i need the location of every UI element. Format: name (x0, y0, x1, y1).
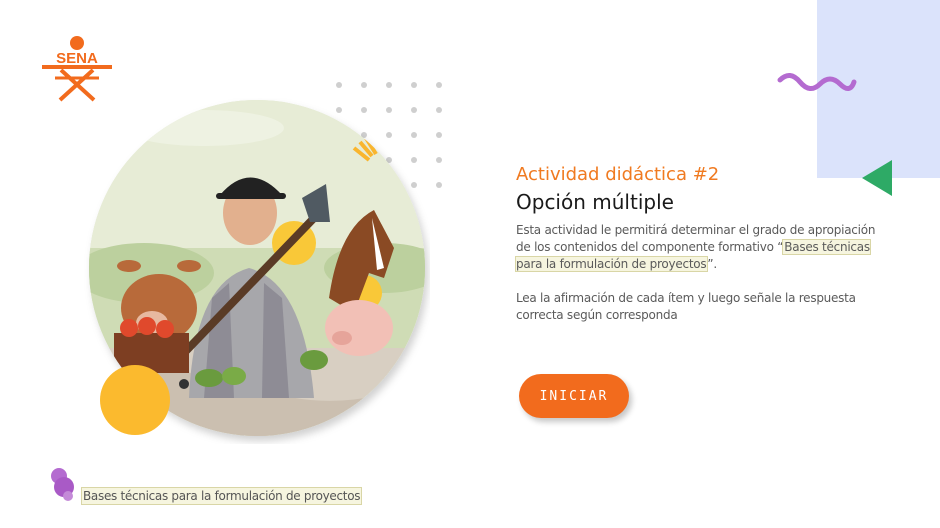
footer-course-name: Bases técnicas para la formulación de pr… (80, 487, 363, 505)
activity-subtitle: Opción múltiple (516, 190, 674, 214)
activity-description: Esta actividad le permitirá determinar e… (515, 222, 876, 273)
activity-title: Actividad didáctica #2 (516, 164, 720, 185)
squiggle-decoration (777, 73, 857, 91)
course-bubbles-icon (51, 468, 74, 501)
logo-text: SENA (56, 50, 98, 67)
activity-instructions: Lea la afirmación de cada ítem y luego s… (516, 291, 856, 322)
start-button[interactable]: INICIAR (519, 374, 629, 418)
activity-intro: Actividad didáctica #2 Opción múltiple E… (515, 163, 876, 324)
farmer-illustration (89, 100, 425, 436)
description-text-post: ”. (707, 257, 717, 271)
sena-logo: SENA (42, 36, 112, 102)
